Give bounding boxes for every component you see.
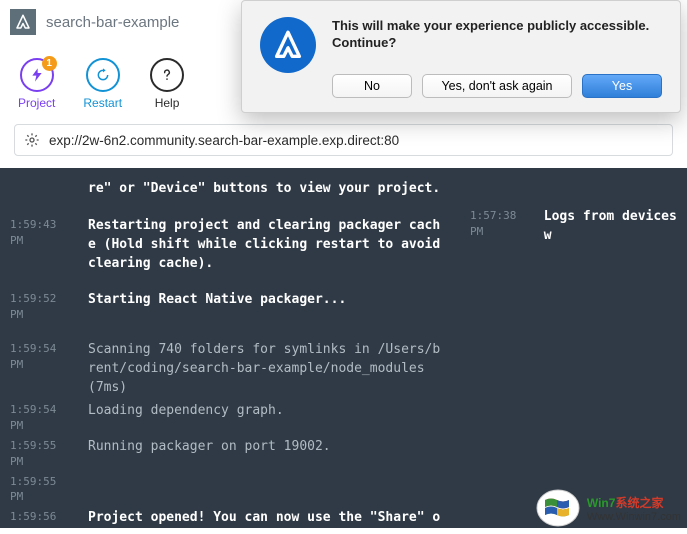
log-line: 1:59:54 PM Loading dependency graph. — [0, 400, 460, 436]
log-line: 1:59:56 PM Project opened! You can now us… — [0, 507, 460, 528]
log-message: Scanning 740 folders for symlinks in /Us… — [88, 341, 460, 398]
log-message: re" or "Device" buttons to view your pro… — [88, 180, 460, 199]
log-timestamp: 1:57:38 PM — [470, 208, 534, 528]
log-left-pane[interactable]: re" or "Device" buttons to view your pro… — [0, 168, 460, 528]
watermark: Win7系统之家 Www.Winwin7.com — [535, 488, 681, 528]
app-title: search-bar-example — [46, 14, 179, 31]
log-message — [88, 474, 460, 506]
log-message: Logs from devices w — [544, 208, 687, 528]
log-message: Restarting project and clearing packager… — [88, 217, 460, 274]
lightning-icon: 1 — [20, 58, 54, 92]
log-timestamp: 1:59:54 PM — [10, 402, 74, 434]
log-timestamp: 1:59:43 PM — [10, 217, 74, 274]
app-logo-icon — [10, 9, 36, 35]
url-row: exp://2w-6n2.community.search-bar-exampl… — [0, 116, 687, 168]
dont-ask-button[interactable]: Yes, don't ask again — [422, 74, 572, 98]
project-label: Project — [18, 96, 55, 110]
dialog-title: This will make your experience publicly … — [332, 17, 662, 35]
restart-button[interactable]: Restart — [83, 58, 122, 110]
restart-label: Restart — [83, 96, 122, 110]
log-line: 1:59:54 PMScanning 740 folders for symli… — [0, 339, 460, 400]
log-right-pane[interactable]: 1:57:38 PM Logs from devices w — [460, 168, 687, 528]
gear-icon[interactable] — [23, 131, 41, 149]
dialog-app-icon — [260, 17, 316, 73]
project-badge: 1 — [42, 56, 57, 71]
windows-flag-icon — [535, 488, 581, 528]
confirm-dialog: This will make your experience publicly … — [241, 0, 681, 113]
log-message: Loading dependency graph. — [88, 402, 460, 434]
no-button[interactable]: No — [332, 74, 412, 98]
dialog-subtitle: Continue? — [332, 35, 662, 50]
log-timestamp — [10, 180, 74, 199]
log-message: Starting React Native packager... — [88, 291, 460, 323]
watermark-line2: Www.Winwin7.com — [587, 511, 681, 523]
yes-button[interactable]: Yes — [582, 74, 662, 98]
log-line: 1:59:43 PMRestarting project and clearin… — [0, 215, 460, 276]
log-line: 1:59:55 PM — [0, 472, 460, 508]
project-button[interactable]: 1 Project — [18, 58, 55, 110]
log-line: re" or "Device" buttons to view your pro… — [0, 178, 460, 201]
dialog-buttons: No Yes, don't ask again Yes — [332, 74, 662, 98]
log-line: 1:59:55 PM Running packager on port 19002… — [0, 436, 460, 472]
log-message: Running packager on port 19002. — [88, 438, 460, 470]
log-panel: re" or "Device" buttons to view your pro… — [0, 168, 687, 528]
log-timestamp: 1:59:55 PM — [10, 438, 74, 470]
url-text[interactable]: exp://2w-6n2.community.search-bar-exampl… — [49, 133, 664, 148]
log-timestamp: 1:59:52 PM — [10, 291, 74, 323]
watermark-line1: Win7系统之家 — [587, 494, 681, 511]
help-button[interactable]: Help — [150, 58, 184, 110]
log-timestamp: 1:59:55 PM — [10, 474, 74, 506]
help-label: Help — [155, 96, 180, 110]
url-box[interactable]: exp://2w-6n2.community.search-bar-exampl… — [14, 124, 673, 156]
log-message: Project opened! You can now use the "Sha… — [88, 509, 460, 528]
restart-icon — [86, 58, 120, 92]
log-timestamp: 1:59:56 PM — [10, 509, 74, 528]
log-timestamp: 1:59:54 PM — [10, 341, 74, 398]
log-line: 1:59:52 PM Starting React Native packager… — [0, 289, 460, 325]
question-icon — [150, 58, 184, 92]
